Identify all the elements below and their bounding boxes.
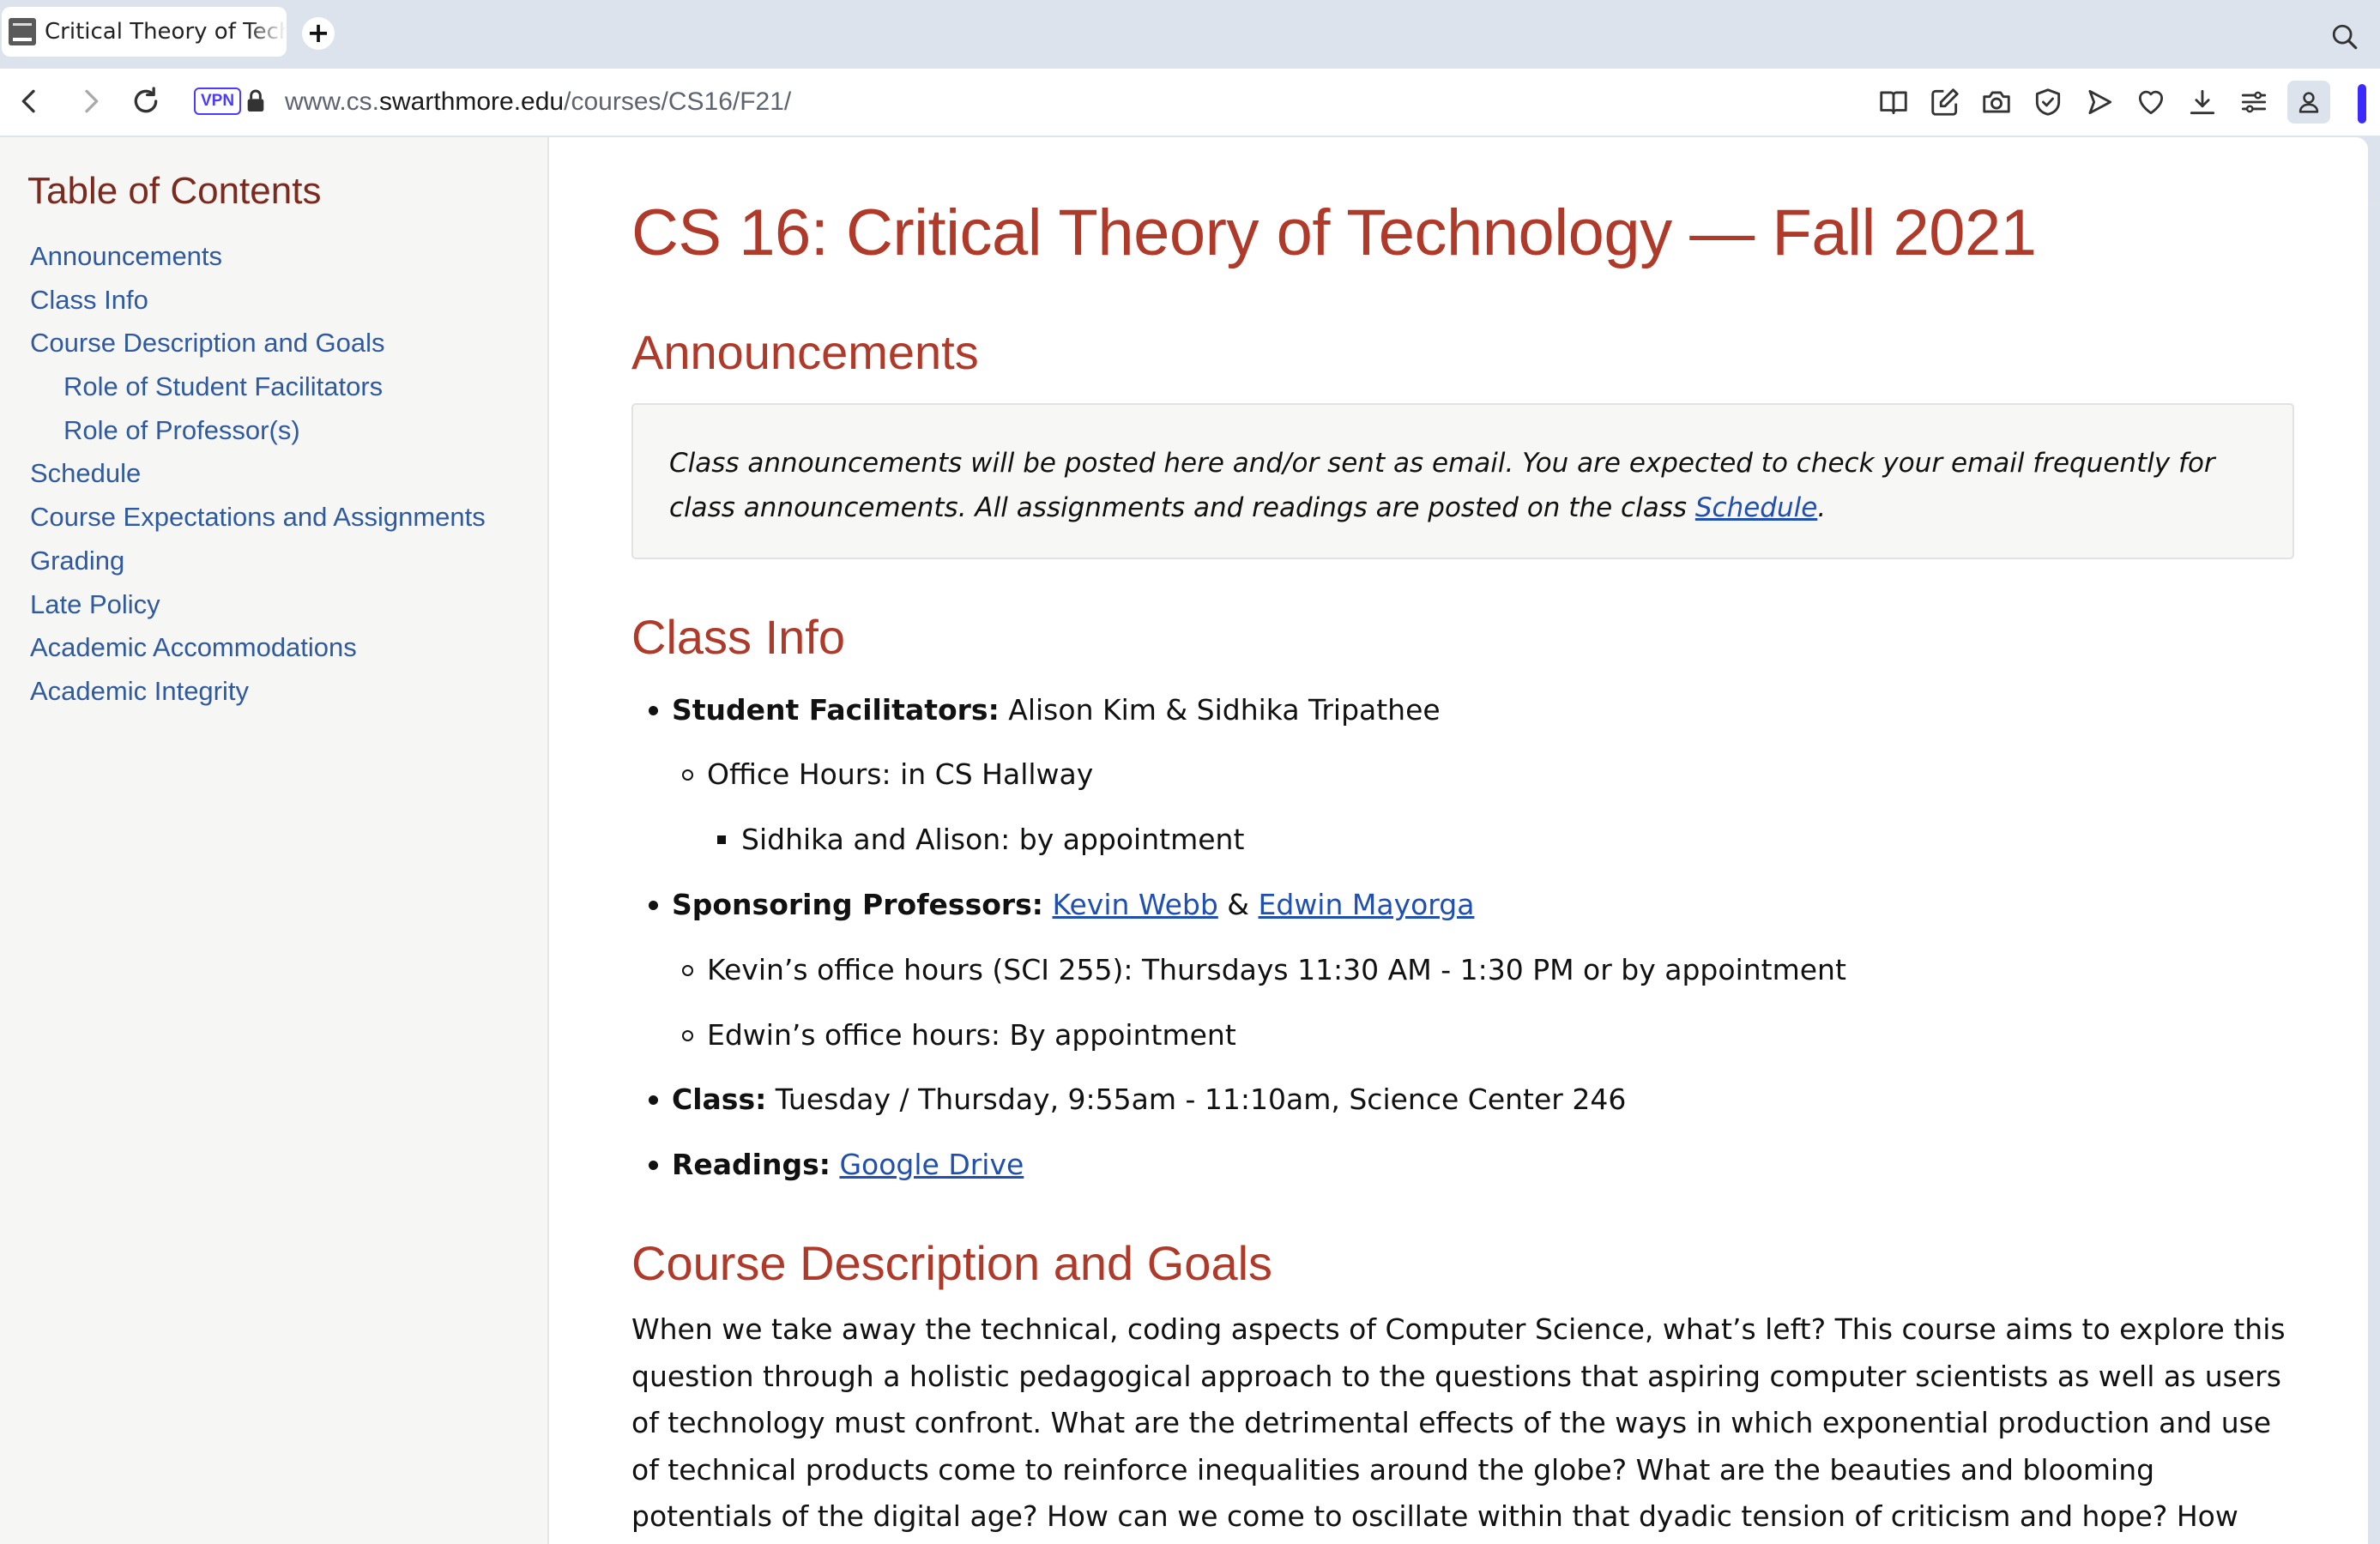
forward-icon[interactable] <box>74 84 108 118</box>
new-tab-button[interactable]: + <box>302 17 335 50</box>
kevin-hours-item: Kevin’s office hours (SCI 255): Thursday… <box>707 953 1846 986</box>
bullet-disc <box>649 1161 658 1170</box>
page-viewport: Table of Contents Announcements Class In… <box>0 137 2368 1544</box>
profile-icon <box>2298 92 2319 113</box>
professor-separator: & <box>1217 888 1259 921</box>
tab-title: Critical Theory of Technology <box>45 19 287 45</box>
edwin-hours-item: Edwin’s office hours: By appointment <box>707 1018 1236 1052</box>
bullet-disc <box>649 901 658 910</box>
active-tab[interactable]: Critical Theory of Technology <box>2 7 287 57</box>
class-label: Class: <box>672 1083 767 1116</box>
side-panel-handle[interactable] <box>2358 84 2366 124</box>
toc-title: Table of Contents <box>27 170 322 212</box>
edwin-mayorga-link[interactable]: Edwin Mayorga <box>1259 888 1475 921</box>
bullet-disc <box>649 706 658 715</box>
bullet-circle <box>682 1030 693 1041</box>
toc-link-academic-integrity[interactable]: Academic Integrity <box>0 670 486 714</box>
class-info-heading: Class Info <box>631 610 845 664</box>
toc-link-late-policy[interactable]: Late Policy <box>0 583 486 627</box>
professors-label: Sponsoring Professors: <box>672 888 1043 921</box>
announcement-end: . <box>1817 492 1827 523</box>
toc-link-expectations[interactable]: Course Expectations and Assignments <box>0 496 486 540</box>
toc-list: Announcements Class Info Course Descript… <box>0 235 486 714</box>
address-toolbar: VPN www.cs.swarthmore.edu/courses/CS16/F… <box>0 69 2380 206</box>
list-item: Sponsoring Professors: Kevin Webb & Edwi… <box>672 888 1474 922</box>
download-icon[interactable] <box>2186 86 2219 118</box>
toc-link-accommodations[interactable]: Academic Accommodations <box>0 626 486 670</box>
address-bar[interactable]: www.cs.swarthmore.edu/courses/CS16/F21/ <box>285 86 791 118</box>
vpn-badge[interactable]: VPN <box>194 87 242 115</box>
course-description-paragraph: When we take away the technical, coding … <box>631 1312 2286 1533</box>
toc-link-grading[interactable]: Grading <box>0 540 486 583</box>
url-path: /courses/CS16/F21/ <box>564 87 792 116</box>
toc-link-announcements[interactable]: Announcements <box>0 235 486 279</box>
toc-link-schedule[interactable]: Schedule <box>0 452 486 496</box>
toc-link-professors[interactable]: Role of Professor(s) <box>0 409 486 453</box>
facilitators-value: Alison Kim & Sidhika Tripathee <box>999 693 1441 727</box>
google-drive-link[interactable]: Google Drive <box>839 1148 1024 1181</box>
edit-icon[interactable] <box>1929 86 1961 118</box>
reload-icon[interactable] <box>129 84 163 118</box>
profile-button[interactable] <box>2287 81 2330 124</box>
list-item: Class: Tuesday / Thursday, 9:55am - 11:1… <box>672 1083 1626 1117</box>
facilitators-label: Student Facilitators: <box>672 693 1000 727</box>
settings-icon[interactable] <box>2238 86 2270 118</box>
table-of-contents: Table of Contents Announcements Class In… <box>0 137 549 1544</box>
url-prefix: www.cs. <box>285 87 380 116</box>
announcements-heading: Announcements <box>631 325 979 379</box>
shield-icon[interactable] <box>2032 86 2064 118</box>
bullet-square <box>717 835 726 844</box>
camera-icon[interactable] <box>1980 86 2013 118</box>
toc-link-course-description[interactable]: Course Description and Goals <box>0 322 486 365</box>
readings-label: Readings: <box>672 1148 831 1181</box>
heart-icon[interactable] <box>2135 86 2167 118</box>
tab-bar: Critical Theory of Technology + <box>0 0 2380 69</box>
search-tabs-icon[interactable] <box>2330 22 2359 51</box>
reader-mode-icon[interactable] <box>1877 86 1910 118</box>
bullet-disc <box>649 1095 658 1105</box>
kevin-webb-link[interactable]: Kevin Webb <box>1053 888 1218 921</box>
site-favicon-icon <box>9 18 36 45</box>
page-title: CS 16: Critical Theory of Technology — F… <box>631 196 2037 269</box>
toc-link-student-facilitators[interactable]: Role of Student Facilitators <box>0 365 486 409</box>
list-item: Readings: Google Drive <box>672 1148 1024 1182</box>
send-icon[interactable] <box>2083 86 2116 118</box>
schedule-link[interactable]: Schedule <box>1695 492 1817 523</box>
announcement-box: Class announcements will be posted here … <box>631 403 2294 559</box>
announcement-text: Class announcements will be posted here … <box>669 448 2215 523</box>
list-item: Student Facilitators: Alison Kim & Sidhi… <box>672 693 1441 727</box>
url-domain: swarthmore.edu <box>379 87 565 116</box>
office-hours-detail: Sidhika and Alison: by appointment <box>741 823 1245 856</box>
class-value: Tuesday / Thursday, 9:55am - 11:10am, Sc… <box>766 1083 1627 1116</box>
back-icon[interactable] <box>12 84 46 118</box>
bullet-circle <box>682 965 693 976</box>
office-hours-item: Office Hours: in CS Hallway <box>707 757 1094 791</box>
toc-link-class-info[interactable]: Class Info <box>0 279 486 323</box>
bullet-circle <box>682 769 693 781</box>
course-description-heading: Course Description and Goals <box>631 1236 1273 1290</box>
lock-icon[interactable] <box>242 86 269 117</box>
